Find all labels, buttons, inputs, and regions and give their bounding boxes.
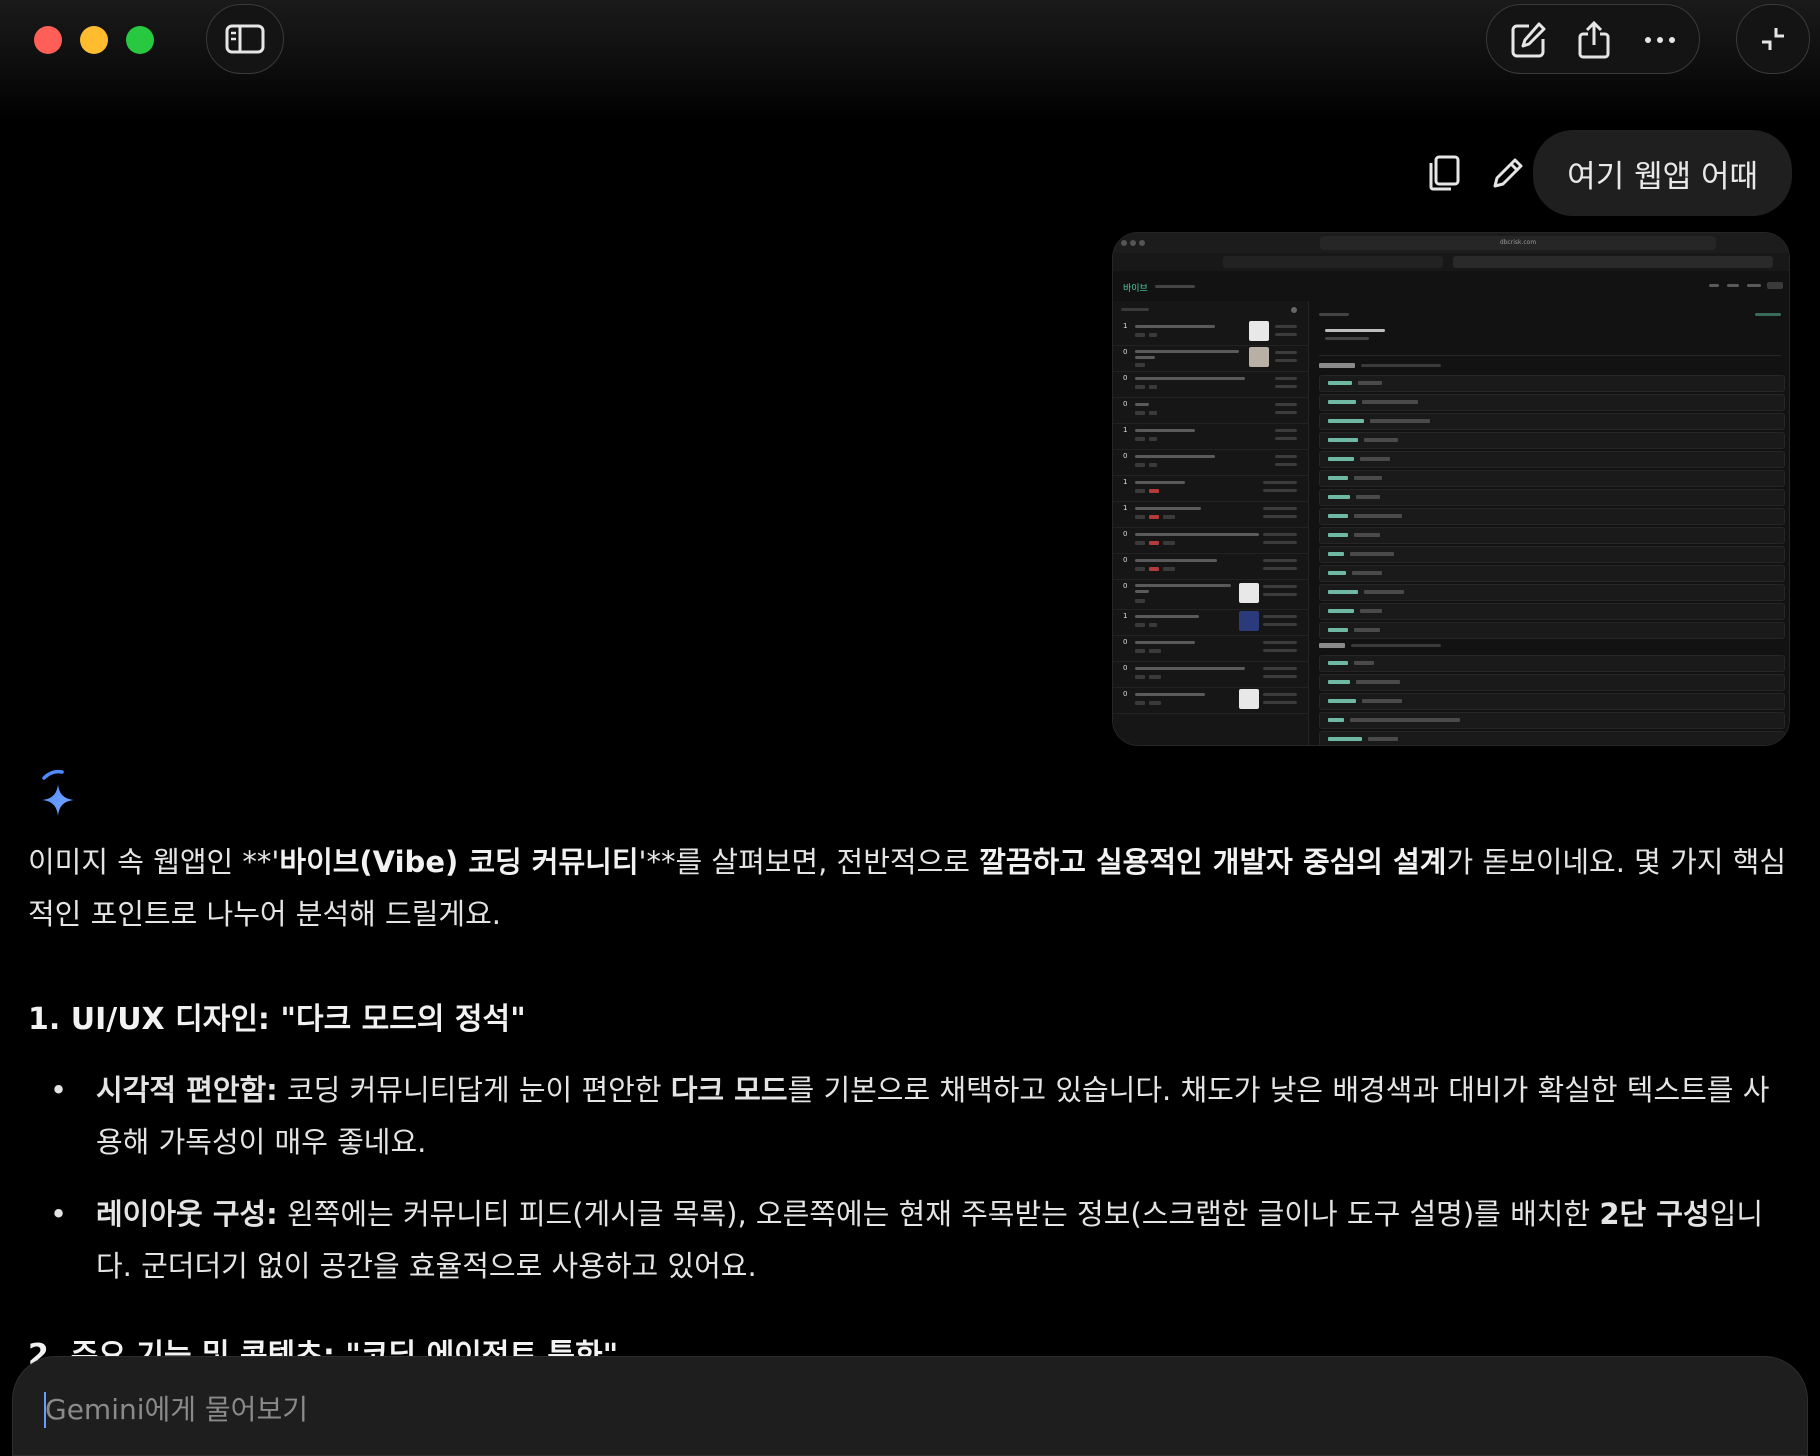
attached-image-thumbnail[interactable]: dbcrisk.com 바이브 1 0 0 0 1 0 1 1 0 0 0 1 … <box>1112 232 1790 746</box>
bullet-1-bold-2: 다크 모드 <box>670 1073 788 1107</box>
share-icon <box>1578 21 1610 59</box>
bullet-2-text-1: 왼쪽에는 커뮤니티 피드(게시글 목록), 오른쪽에는 현재 주목받는 정보(스… <box>277 1197 1600 1231</box>
title-bar <box>0 0 1820 120</box>
new-chat-icon <box>1511 22 1546 58</box>
share-button[interactable] <box>1575 21 1613 59</box>
response-bullet-1: 시각적 편안함: 코딩 커뮤니티답게 눈이 편안한 다크 모드를 기본으로 채택… <box>50 1064 1786 1168</box>
edit-pencil-icon <box>1493 158 1523 188</box>
gemini-sparkle-icon <box>42 769 74 816</box>
zoom-window-button[interactable] <box>126 26 154 54</box>
response-bullet-2: 레이아웃 구성: 왼쪽에는 커뮤니티 피드(게시글 목록), 오른쪽에는 현재 … <box>50 1188 1786 1292</box>
bullet-1-title: 시각적 편안함: <box>96 1073 278 1107</box>
sidebar-toggle-button[interactable] <box>206 4 284 74</box>
prompt-input-container <box>12 1356 1808 1456</box>
copy-icon <box>1429 155 1460 191</box>
user-message-bubble: 여기 웹앱 어때 <box>1533 130 1792 216</box>
thumb-tabs <box>1113 253 1789 271</box>
close-window-button[interactable] <box>34 26 62 54</box>
thumb-feed-list: 1 0 0 0 1 0 1 1 0 0 0 1 0 0 0 <box>1113 301 1309 745</box>
minimize-window-button[interactable] <box>80 26 108 54</box>
copy-message-button[interactable] <box>1424 152 1464 194</box>
more-options-button[interactable] <box>1641 21 1679 59</box>
thumb-logo: 바이브 <box>1123 284 1148 294</box>
bullet-1-text-1: 코딩 커뮤니티답게 눈이 편안한 <box>277 1073 671 1107</box>
response-heading-1: 1. UI/UX 디자인: "다크 모드의 정석" <box>28 1002 526 1037</box>
thumb-site-header: 바이브 <box>1113 271 1789 302</box>
text-caret <box>44 1392 46 1428</box>
toolbar-group <box>1486 4 1700 74</box>
thumb-detail-panel <box>1309 301 1789 745</box>
bullet-2-title: 레이아웃 구성: <box>96 1197 278 1231</box>
intro-bold-2: 깔끔하고 실용적인 개발자 중심의 설계 <box>979 845 1447 879</box>
prompt-input[interactable] <box>43 1385 1747 1433</box>
thumb-browser-bar: dbcrisk.com <box>1113 233 1789 253</box>
sidebar-toggle-icon <box>225 24 265 54</box>
intro-text-1: 이미지 속 웹앱인 **' <box>28 845 280 879</box>
intro-bold-1: 바이브(Vibe) 코딩 커뮤니티 <box>279 845 639 879</box>
user-message-text: 여기 웹앱 어때 <box>1567 158 1758 195</box>
more-icon <box>1645 37 1675 43</box>
intro-text-2: '**를 살펴보면, 전반적으로 <box>638 845 980 879</box>
edit-message-button[interactable] <box>1488 152 1528 194</box>
response-intro-paragraph: 이미지 속 웹앱인 **'바이브(Vibe) 코딩 커뮤니티'**를 살펴보면,… <box>28 836 1794 940</box>
thumb-url: dbcrisk.com <box>1320 236 1716 250</box>
collapse-window-button[interactable] <box>1736 4 1810 74</box>
collapse-icon <box>1762 28 1784 50</box>
bullet-2-bold-2: 2단 구성 <box>1599 1197 1710 1231</box>
new-chat-button[interactable] <box>1509 21 1547 59</box>
